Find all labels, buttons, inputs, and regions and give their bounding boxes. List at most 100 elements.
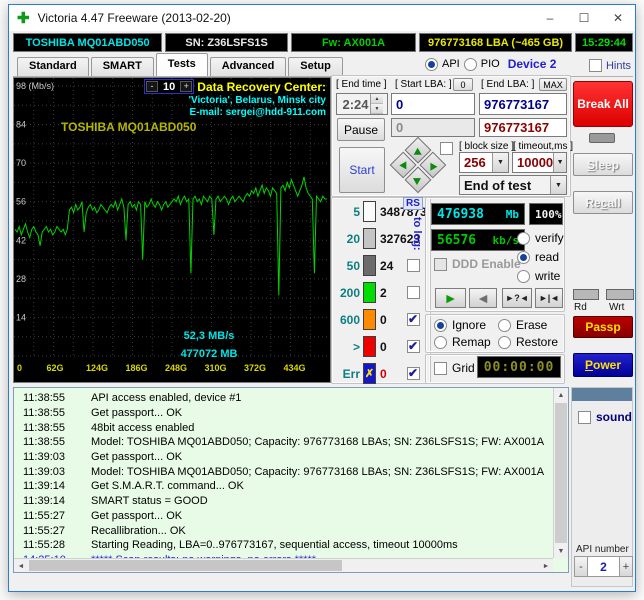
to-log-checkbox-Err[interactable] bbox=[407, 366, 420, 380]
panel-header-strip bbox=[572, 388, 632, 401]
scroll-up-icon[interactable]: ▲ bbox=[554, 388, 568, 402]
end-lba-max-button[interactable]: MAX bbox=[539, 78, 567, 91]
sleep-button[interactable]: Sleep bbox=[573, 153, 633, 176]
skip-end-button[interactable]: ►|◄ bbox=[535, 288, 563, 308]
timeout-dropdown[interactable]: 10000 ▼ bbox=[512, 152, 567, 173]
log-timestamp: 11:39:03 bbox=[23, 465, 66, 478]
log-timestamp: 11:39:14 bbox=[23, 495, 66, 508]
left-arrow-icon bbox=[399, 161, 407, 170]
minimize-button[interactable]: – bbox=[533, 5, 567, 31]
power-button[interactable]: Power bbox=[573, 353, 633, 377]
ddd-enable-option: DDD Enable bbox=[434, 257, 521, 271]
to-log-checkbox-50[interactable] bbox=[407, 259, 420, 272]
to-log-checkbox-200[interactable] bbox=[407, 286, 420, 299]
restore-option: Restore bbox=[498, 335, 558, 349]
api-radio[interactable] bbox=[425, 57, 438, 71]
histogram-color-box bbox=[363, 255, 376, 276]
tab-advanced[interactable]: Advanced bbox=[209, 57, 287, 76]
tab-setup[interactable]: Setup bbox=[288, 57, 343, 76]
histogram-color-box bbox=[363, 282, 376, 303]
speed-graph: 98 (Mb/s) 84 70 56 42 28 14 0 62G 124G 186G 248G 310… bbox=[14, 78, 330, 373]
hints-checkbox[interactable] bbox=[588, 59, 602, 72]
start-button[interactable]: Start bbox=[339, 147, 385, 193]
to-log-checkbox->[interactable] bbox=[407, 339, 420, 353]
rd-label: Rd bbox=[574, 302, 587, 313]
vertical-scroll-thumb[interactable] bbox=[555, 403, 567, 543]
log-message: Model: TOSHIBA MQ01ABD050; Capacity: 976… bbox=[91, 465, 545, 478]
histogram-bucket-label: 20 bbox=[346, 231, 360, 246]
restore-radio[interactable] bbox=[498, 335, 511, 349]
log-message: Starting Reading, LBA=0..976773167, sequ… bbox=[91, 539, 458, 552]
erase-radio[interactable] bbox=[498, 318, 511, 332]
scroll-right-icon[interactable]: ► bbox=[539, 559, 553, 572]
grid-checkbox[interactable] bbox=[434, 361, 447, 375]
svg-text:E-mail: sergei@hdd-911.com: E-mail: sergei@hdd-911.com bbox=[190, 107, 327, 118]
end-time-up-icon[interactable]: ▲ bbox=[371, 94, 383, 104]
histogram-count: 2 bbox=[380, 285, 387, 300]
ignore-radio[interactable] bbox=[434, 318, 447, 332]
api-number-spinner: - 2 + bbox=[574, 556, 633, 577]
log-line: 11:38:55 API access enabled, device #1 bbox=[15, 391, 552, 406]
write-radio[interactable] bbox=[517, 269, 530, 283]
read-option: read bbox=[517, 250, 559, 264]
svg-text:28: 28 bbox=[16, 274, 26, 284]
step-back-button[interactable]: ◄ bbox=[469, 288, 497, 308]
log-message: 48bit access enabled bbox=[91, 421, 195, 434]
ddd-enable-checkbox[interactable] bbox=[434, 257, 447, 271]
to-log-checkbox-600[interactable] bbox=[407, 312, 420, 326]
remap-radio[interactable] bbox=[434, 335, 447, 349]
pio-radio[interactable] bbox=[463, 57, 477, 71]
svg-text:'Victoria', Belarus, Minsk cit: 'Victoria', Belarus, Minsk city bbox=[189, 95, 327, 106]
end-lba-input[interactable]: 976773167 bbox=[479, 93, 567, 115]
graph-scale-control: - 10 + bbox=[144, 79, 195, 94]
end-time-spinner[interactable]: 2:24 ▲ ▼ bbox=[336, 93, 388, 115]
passp-button[interactable]: Passp bbox=[573, 316, 633, 338]
vertical-scrollbar[interactable]: ▲ ▼ bbox=[553, 388, 568, 558]
seek-checkbox[interactable] bbox=[440, 142, 453, 155]
tab-tests[interactable]: Tests bbox=[155, 53, 208, 76]
verify-radio[interactable] bbox=[517, 231, 530, 245]
histogram-row-600: 600 0 bbox=[334, 306, 431, 333]
after-test-dropdown[interactable]: End of test ▼ bbox=[459, 175, 567, 195]
maximize-button[interactable]: ☐ bbox=[567, 5, 601, 31]
close-button[interactable]: ✕ bbox=[601, 5, 635, 31]
grid-option: Grid bbox=[434, 361, 475, 375]
histogram-bucket-label: Err bbox=[342, 366, 360, 381]
horizontal-scrollbar[interactable]: ◄ ► bbox=[14, 558, 553, 572]
histogram-bucket-label: 50 bbox=[346, 258, 360, 273]
api-plus-button[interactable]: + bbox=[619, 556, 633, 577]
start-lba-input[interactable]: 0 bbox=[391, 93, 475, 115]
api-number-label: API number bbox=[576, 544, 629, 555]
break-all-button[interactable]: Break All bbox=[573, 81, 633, 127]
skip-question-button[interactable]: ►?◄ bbox=[502, 288, 532, 308]
speed-lcd: 56576 kb/s bbox=[431, 229, 525, 251]
svg-text:372G: 372G bbox=[244, 363, 266, 373]
log-timestamp: 11:55:28 bbox=[23, 539, 66, 552]
svg-text:70: 70 bbox=[16, 158, 26, 168]
scroll-down-icon[interactable]: ▼ bbox=[554, 544, 568, 558]
api-minus-button[interactable]: - bbox=[574, 556, 588, 577]
block-size-dropdown[interactable]: 256 ▼ bbox=[459, 152, 509, 173]
tab-smart[interactable]: SMART bbox=[90, 57, 154, 76]
end-time-down-icon[interactable]: ▼ bbox=[371, 104, 383, 114]
scale-plus-button[interactable]: + bbox=[180, 81, 193, 92]
hints-group: Hints bbox=[588, 59, 631, 72]
svg-text:186G: 186G bbox=[126, 363, 148, 373]
pause-button[interactable]: Pause bbox=[337, 118, 385, 141]
log-message: SMART status = GOOD bbox=[91, 495, 208, 508]
play-button[interactable]: ► bbox=[435, 288, 466, 308]
start-lba-zero-button[interactable]: 0 bbox=[453, 78, 473, 91]
recall-button[interactable]: Re c all bbox=[573, 191, 633, 214]
horizontal-scroll-thumb[interactable] bbox=[29, 560, 342, 571]
scroll-left-icon[interactable]: ◄ bbox=[14, 559, 28, 572]
histogram-bucket-label: > bbox=[352, 339, 360, 354]
tab-standard[interactable]: Standard bbox=[17, 57, 89, 76]
log-message: Recallibration... OK bbox=[91, 524, 186, 537]
scale-minus-button[interactable]: - bbox=[146, 81, 158, 92]
rs-badge[interactable]: RS bbox=[403, 197, 423, 210]
log-line: 11:39:14 Get S.M.A.R.T. command... OK bbox=[15, 479, 552, 494]
log-message: Get passport... OK bbox=[91, 509, 183, 522]
log-line: 11:55:27 Get passport... OK bbox=[15, 509, 552, 524]
sound-checkbox[interactable] bbox=[578, 410, 591, 424]
api-number-value: 2 bbox=[588, 556, 619, 577]
